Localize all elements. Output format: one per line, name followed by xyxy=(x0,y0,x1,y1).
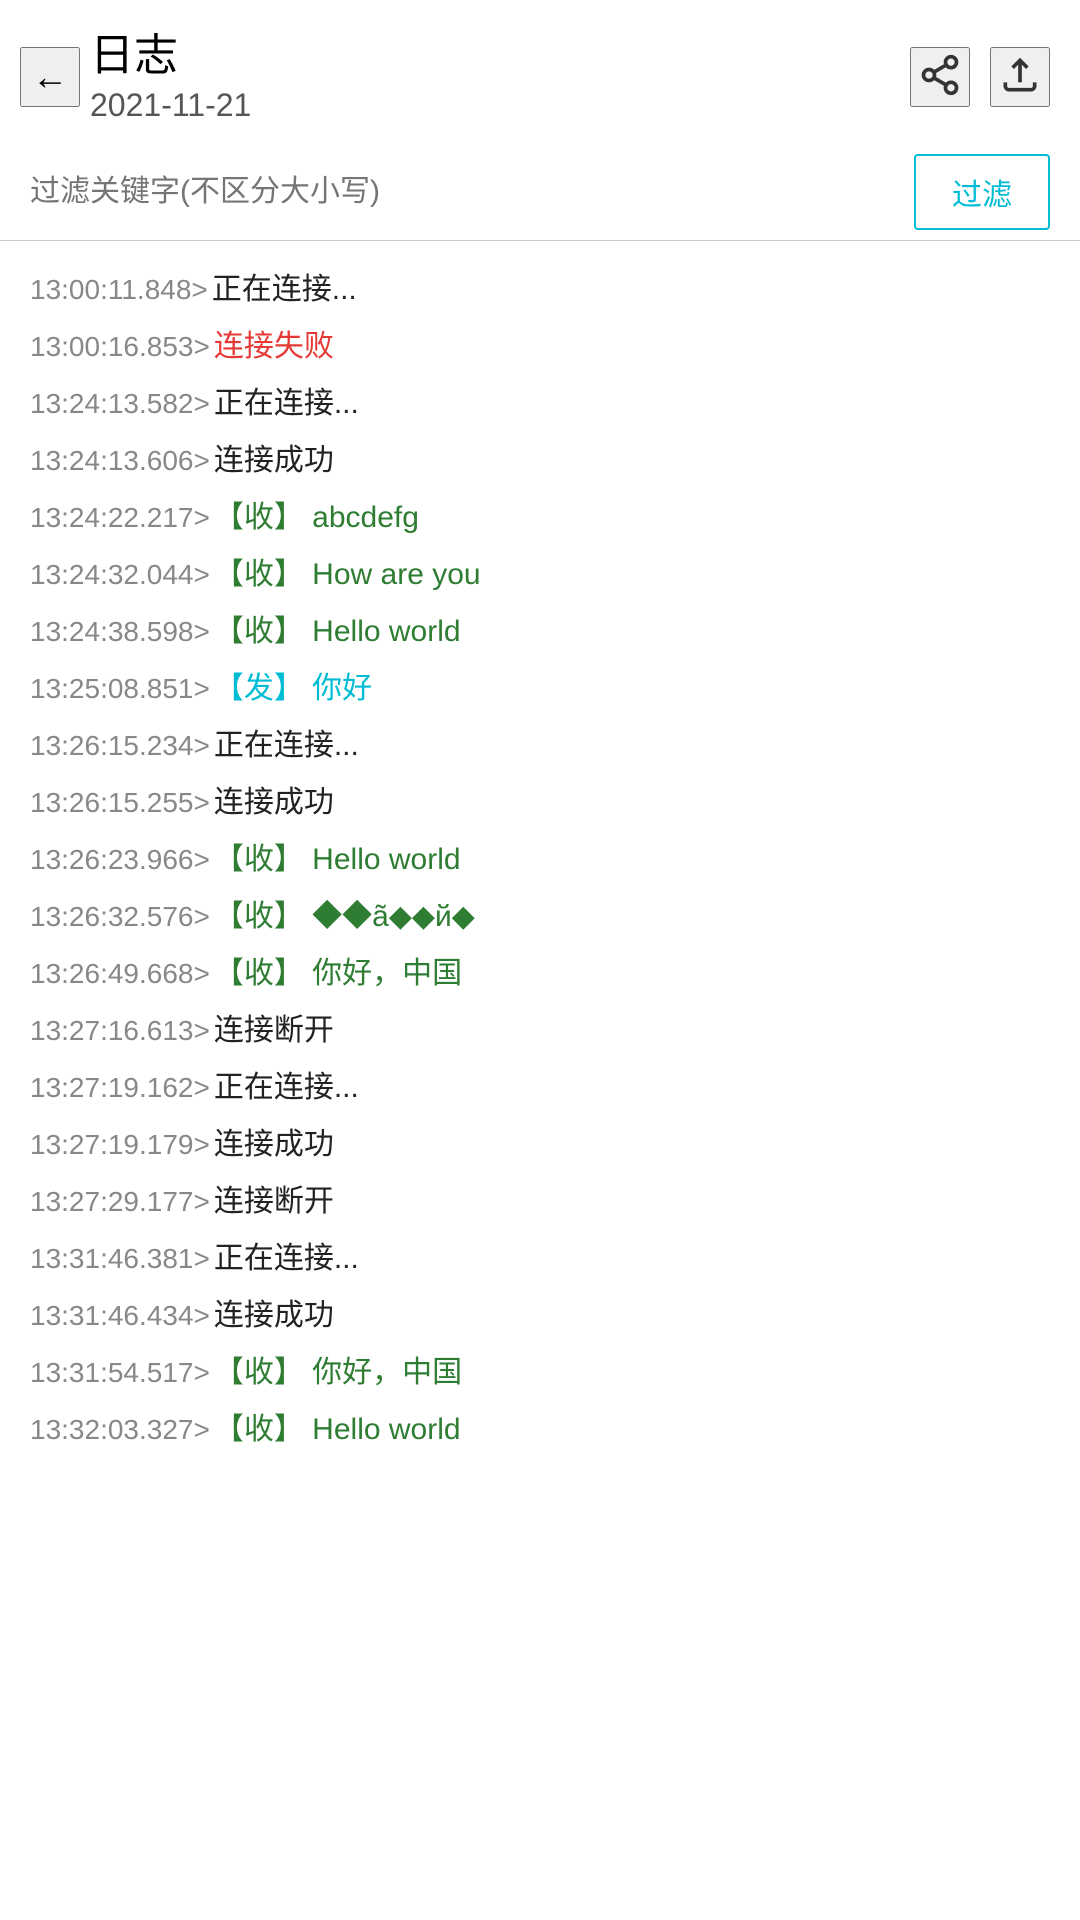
log-timestamp: 13:27:19.179> xyxy=(30,1124,210,1166)
log-entry: 13:24:22.217> 【收】 abcdefg xyxy=(30,489,1050,546)
log-content: 连接断开 xyxy=(214,1008,1050,1053)
log-content: 正在连接... xyxy=(214,1236,1050,1281)
filter-input[interactable] xyxy=(30,165,894,219)
page-date: 2021-11-21 xyxy=(90,87,910,124)
log-content: 正在连接... xyxy=(214,723,1050,768)
log-timestamp: 13:31:54.517> xyxy=(30,1352,210,1394)
log-timestamp: 13:24:13.582> xyxy=(30,383,210,425)
log-timestamp: 13:24:13.606> xyxy=(30,440,210,482)
log-timestamp: 13:31:46.434> xyxy=(30,1295,210,1337)
log-entry: 13:31:54.517> 【收】 你好，中国 xyxy=(30,1344,1050,1401)
log-entry: 13:27:16.613> 连接断开 xyxy=(30,1002,1050,1059)
log-timestamp: 13:24:22.217> xyxy=(30,497,210,539)
log-entry: 13:31:46.434> 连接成功 xyxy=(30,1287,1050,1344)
log-timestamp: 13:31:46.381> xyxy=(30,1238,210,1280)
log-content: 正在连接... xyxy=(212,267,1050,312)
log-timestamp: 13:00:16.853> xyxy=(30,326,210,368)
log-timestamp: 13:26:23.966> xyxy=(30,839,210,881)
log-entry: 13:25:08.851> 【发】 你好 xyxy=(30,660,1050,717)
log-timestamp: 13:32:03.327> xyxy=(30,1409,210,1451)
log-content: 【收】 abcdefg xyxy=(214,495,1050,540)
log-content: 连接成功 xyxy=(214,780,1050,825)
log-entry: 13:27:19.162> 正在连接... xyxy=(30,1059,1050,1116)
share-button[interactable] xyxy=(910,47,970,107)
log-entry: 13:31:46.381> 正在连接... xyxy=(30,1230,1050,1287)
header-actions xyxy=(910,47,1050,107)
export-icon xyxy=(998,53,1042,100)
log-content: 正在连接... xyxy=(214,1065,1050,1110)
log-entry: 13:26:15.234> 正在连接... xyxy=(30,717,1050,774)
log-timestamp: 13:00:11.848> xyxy=(30,269,208,311)
log-content: 【收】 ◆◆ã◆◆й◆ xyxy=(214,894,1050,939)
log-timestamp: 13:24:32.044> xyxy=(30,554,210,596)
log-timestamp: 13:26:15.234> xyxy=(30,725,210,767)
log-entry: 13:24:13.606> 连接成功 xyxy=(30,432,1050,489)
log-timestamp: 13:27:29.177> xyxy=(30,1181,210,1223)
log-content: 连接成功 xyxy=(214,438,1050,483)
share-icon xyxy=(918,53,962,100)
log-content: 【收】 How are you xyxy=(214,552,1050,597)
log-content: 【收】 你好，中国 xyxy=(214,1350,1050,1395)
log-content: 【收】 Hello world xyxy=(214,837,1050,882)
log-entry: 13:26:32.576> 【收】 ◆◆ã◆◆й◆ xyxy=(30,888,1050,945)
log-entry: 13:27:19.179> 连接成功 xyxy=(30,1116,1050,1173)
log-content: 正在连接... xyxy=(214,381,1050,426)
log-timestamp: 13:26:32.576> xyxy=(30,896,210,938)
log-entry: 13:24:13.582> 正在连接... xyxy=(30,375,1050,432)
filter-bar: 过滤 xyxy=(0,144,1080,241)
log-container: 13:00:11.848> 正在连接...13:00:16.853> 连接失败1… xyxy=(0,251,1080,1468)
log-content: 【收】 你好，中国 xyxy=(214,951,1050,996)
log-content: 连接成功 xyxy=(214,1293,1050,1338)
log-entry: 13:26:15.255> 连接成功 xyxy=(30,774,1050,831)
log-content: 连接断开 xyxy=(214,1179,1050,1224)
log-content: 【发】 你好 xyxy=(214,666,1050,711)
log-timestamp: 13:25:08.851> xyxy=(30,668,210,710)
log-content: 【收】 Hello world xyxy=(214,609,1050,654)
log-entry: 13:24:32.044> 【收】 How are you xyxy=(30,546,1050,603)
log-timestamp: 13:26:49.668> xyxy=(30,953,210,995)
log-entry: 13:27:29.177> 连接断开 xyxy=(30,1173,1050,1230)
header: ← 日志 2021-11-21 xyxy=(0,0,1080,144)
back-button[interactable]: ← xyxy=(20,47,80,107)
log-entry: 13:26:23.966> 【收】 Hello world xyxy=(30,831,1050,888)
filter-button[interactable]: 过滤 xyxy=(914,154,1050,230)
log-entry: 13:26:49.668> 【收】 你好，中国 xyxy=(30,945,1050,1002)
log-content: 连接成功 xyxy=(214,1122,1050,1167)
log-timestamp: 13:26:15.255> xyxy=(30,782,210,824)
log-timestamp: 13:27:19.162> xyxy=(30,1067,210,1109)
back-icon: ← xyxy=(32,56,68,98)
log-timestamp: 13:27:16.613> xyxy=(30,1010,210,1052)
log-entry: 13:00:16.853> 连接失败 xyxy=(30,318,1050,375)
log-entry: 13:00:11.848> 正在连接... xyxy=(30,261,1050,318)
log-entry: 13:32:03.327> 【收】 Hello world xyxy=(30,1401,1050,1458)
header-title-area: 日志 2021-11-21 xyxy=(90,30,910,124)
export-button[interactable] xyxy=(990,47,1050,107)
log-entry: 13:24:38.598> 【收】 Hello world xyxy=(30,603,1050,660)
page-title: 日志 xyxy=(90,30,910,83)
log-content: 连接失败 xyxy=(214,324,1050,369)
log-content: 【收】 Hello world xyxy=(214,1407,1050,1452)
log-timestamp: 13:24:38.598> xyxy=(30,611,210,653)
